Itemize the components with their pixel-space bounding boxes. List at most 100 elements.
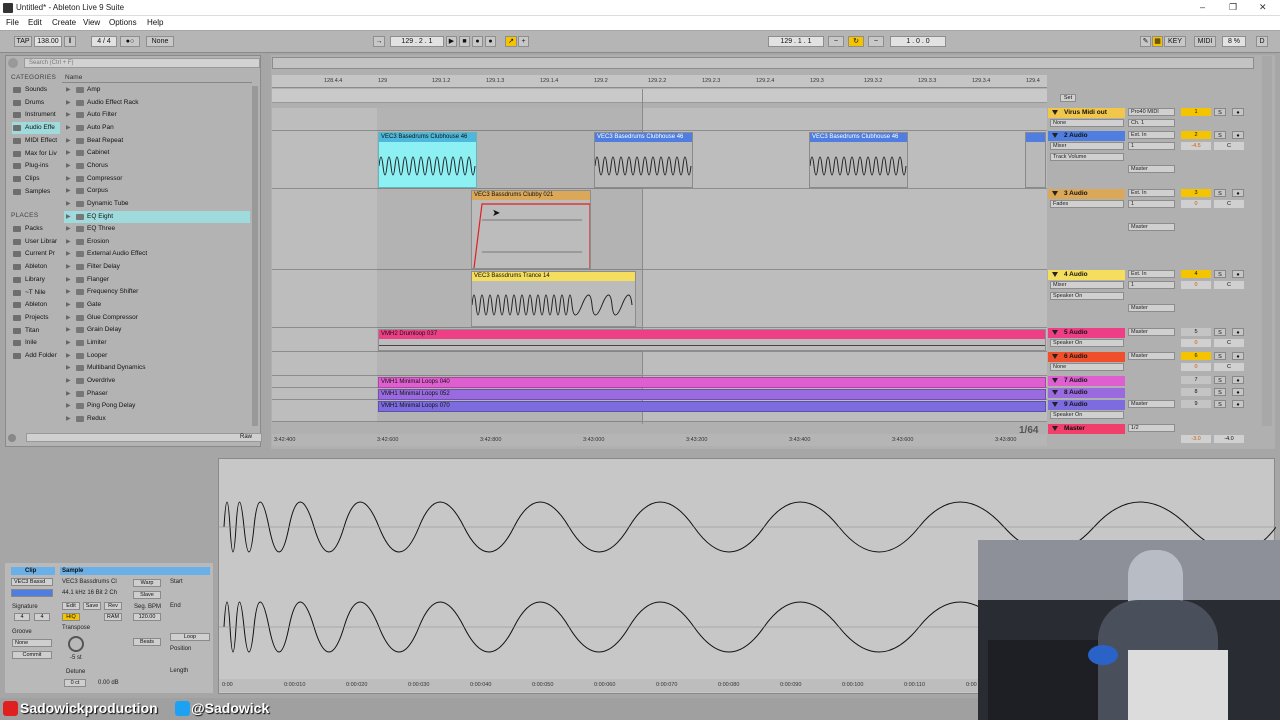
hiq-button[interactable]: HiQ <box>62 613 80 621</box>
output-select[interactable]: Master <box>1128 304 1175 312</box>
input-type-select[interactable]: 1/2 <box>1128 424 1175 432</box>
menu-create[interactable]: Create <box>52 18 76 27</box>
arm-button[interactable]: ● <box>1232 388 1244 396</box>
browser-list-item[interactable]: ▶ Erosion <box>64 236 250 249</box>
track-activator-button[interactable]: 5 <box>1181 328 1211 336</box>
stop-button[interactable]: ■ <box>459 36 470 47</box>
track-activator-button[interactable]: 6 <box>1181 352 1211 360</box>
fold-icon[interactable] <box>1052 110 1058 115</box>
fold-icon[interactable] <box>1052 272 1058 277</box>
solo-button[interactable]: S <box>1214 270 1226 278</box>
play-button[interactable]: ▶ <box>446 36 457 47</box>
expand-arrow-icon[interactable]: ▶ <box>66 350 71 363</box>
track-header[interactable]: 2 Audio <box>1048 131 1125 141</box>
track-header[interactable]: 6 Audio <box>1048 352 1125 362</box>
expand-arrow-icon[interactable]: ▶ <box>66 274 71 287</box>
place-item[interactable]: Ableton <box>12 299 60 311</box>
expand-arrow-icon[interactable]: ▶ <box>66 324 71 337</box>
track-activator-button[interactable]: 8 <box>1181 388 1211 396</box>
track-activator-button[interactable]: 2 <box>1181 131 1211 139</box>
pan-field[interactable]: C <box>1214 363 1244 371</box>
browser-list-item[interactable]: ▶ Chorus <box>64 160 250 173</box>
browser-list-item[interactable]: ▶ Flanger <box>64 274 250 287</box>
expand-arrow-icon[interactable]: ▶ <box>66 84 71 97</box>
track-header[interactable]: 8 Audio <box>1048 388 1125 398</box>
output-select[interactable]: Master <box>1128 223 1175 231</box>
volume-field[interactable]: -3.0 <box>1181 435 1211 443</box>
preview-toggle-icon[interactable] <box>8 434 16 442</box>
follow-button[interactable]: → <box>373 36 385 47</box>
browser-scrollbar[interactable] <box>252 86 258 426</box>
input-type-select[interactable]: Master <box>1128 328 1175 336</box>
expand-arrow-icon[interactable]: ▶ <box>66 248 71 261</box>
overview-strip[interactable] <box>272 57 1254 69</box>
track-activator-button[interactable]: 7 <box>1181 376 1211 384</box>
browser-list-item[interactable]: ▶ Compressor <box>64 173 250 186</box>
solo-button[interactable]: S <box>1214 189 1226 197</box>
menu-options[interactable]: Options <box>109 18 137 27</box>
place-item[interactable]: Library <box>12 274 60 286</box>
browser-list-item[interactable]: ▶ Dynamic Tube <box>64 198 250 211</box>
audio-clip[interactable]: VEC3 Basedrums Clubhouse 46 <box>378 132 477 188</box>
ram-button[interactable]: RAM <box>104 613 122 621</box>
solo-button[interactable]: S <box>1214 388 1226 396</box>
category-item[interactable]: Instrument <box>12 109 60 121</box>
browser-list-item[interactable]: ▶ Limiter <box>64 337 250 350</box>
automation-device-select[interactable]: Mixer <box>1050 281 1124 289</box>
signature-numerator[interactable]: 4 <box>14 613 30 621</box>
category-item[interactable]: Clips <box>12 173 60 185</box>
expand-arrow-icon[interactable]: ▶ <box>66 388 71 401</box>
volume-field[interactable]: -4.5 <box>1181 142 1211 150</box>
track-header[interactable]: 9 Audio <box>1048 400 1125 410</box>
tempo-field[interactable]: 138.00 <box>34 36 62 47</box>
arm-button[interactable]: ● <box>1232 108 1244 116</box>
solo-button[interactable]: S <box>1214 328 1226 336</box>
reverse-button[interactable]: Rev <box>104 602 122 610</box>
browser-list-item[interactable]: ▶ Auto Pan <box>64 122 250 135</box>
browser-list-item[interactable]: ▶ Grain Delay <box>64 324 250 337</box>
record-button[interactable]: ● <box>472 36 483 47</box>
expand-arrow-icon[interactable]: ▶ <box>66 135 71 148</box>
browser-list-item[interactable]: ▶ Cabinet <box>64 147 250 160</box>
audio-clip[interactable]: VEC3 Basedrums Clubhouse 46 <box>594 132 693 188</box>
expand-arrow-icon[interactable]: ▶ <box>66 362 71 375</box>
place-item[interactable]: ~T Nile <box>12 287 60 299</box>
automation-device-select[interactable]: Mixer <box>1050 142 1124 150</box>
arrangement-scrollbar[interactable] <box>1262 56 1272 426</box>
pan-field[interactable]: -4.0 <box>1214 435 1244 443</box>
audio-clip[interactable]: VEC3 Bassdrums Clubby 021 <box>471 190 591 269</box>
input-channel-select[interactable]: 1 <box>1128 200 1175 208</box>
input-channel-select[interactable]: 1 <box>1128 142 1175 150</box>
expand-arrow-icon[interactable]: ▶ <box>66 147 71 160</box>
expand-arrow-icon[interactable]: ▶ <box>66 261 71 274</box>
clip-name-field[interactable]: VEC3 Bassd <box>11 578 53 586</box>
browser-list-item[interactable]: ▶ EQ Three <box>64 223 250 236</box>
automation-arm-button[interactable]: ↗ <box>505 36 517 47</box>
fold-icon[interactable] <box>1052 191 1058 196</box>
browser-list-item[interactable]: ▶ Beat Repeat <box>64 135 250 148</box>
expand-arrow-icon[interactable]: ▶ <box>66 173 71 186</box>
audio-clip[interactable]: VMH1 Minimal Loops 070 <box>378 401 1046 412</box>
track-activator-button[interactable]: 3 <box>1181 189 1211 197</box>
expand-arrow-icon[interactable]: ▶ <box>66 337 71 350</box>
sample-time-ruler[interactable]: 0:00 0:00:010 0:00:020 0:00:030 0:00:040 0:00… <box>219 679 979 692</box>
menu-help[interactable]: Help <box>147 18 163 27</box>
fade-envelope[interactable] <box>472 200 591 269</box>
loop-switch[interactable]: ↻ <box>848 36 864 47</box>
punch-out-button[interactable]: ~ <box>868 36 884 47</box>
browser-search-input[interactable]: Search (Ctrl + F) <box>24 58 260 68</box>
automation-parameter-select[interactable]: Track Volume <box>1050 153 1124 161</box>
warp-button[interactable]: Warp <box>133 579 161 587</box>
fold-icon[interactable] <box>1052 133 1058 138</box>
input-channel-select[interactable]: 1 <box>1128 281 1175 289</box>
preview-waveform[interactable] <box>26 433 262 442</box>
input-channel-select[interactable]: Ch. 1 <box>1128 119 1175 127</box>
browser-list-item[interactable]: ▶ Amp <box>64 84 250 97</box>
browser-list-item[interactable]: ▶ External Audio Effect <box>64 248 250 261</box>
input-type-select[interactable]: Ext. In <box>1128 189 1175 197</box>
category-item[interactable]: Audio Effe <box>12 122 60 135</box>
clip-color-field[interactable] <box>11 589 53 597</box>
pan-field[interactable]: C <box>1214 200 1244 208</box>
fold-icon[interactable] <box>1052 354 1058 359</box>
expand-arrow-icon[interactable]: ▶ <box>66 236 71 249</box>
